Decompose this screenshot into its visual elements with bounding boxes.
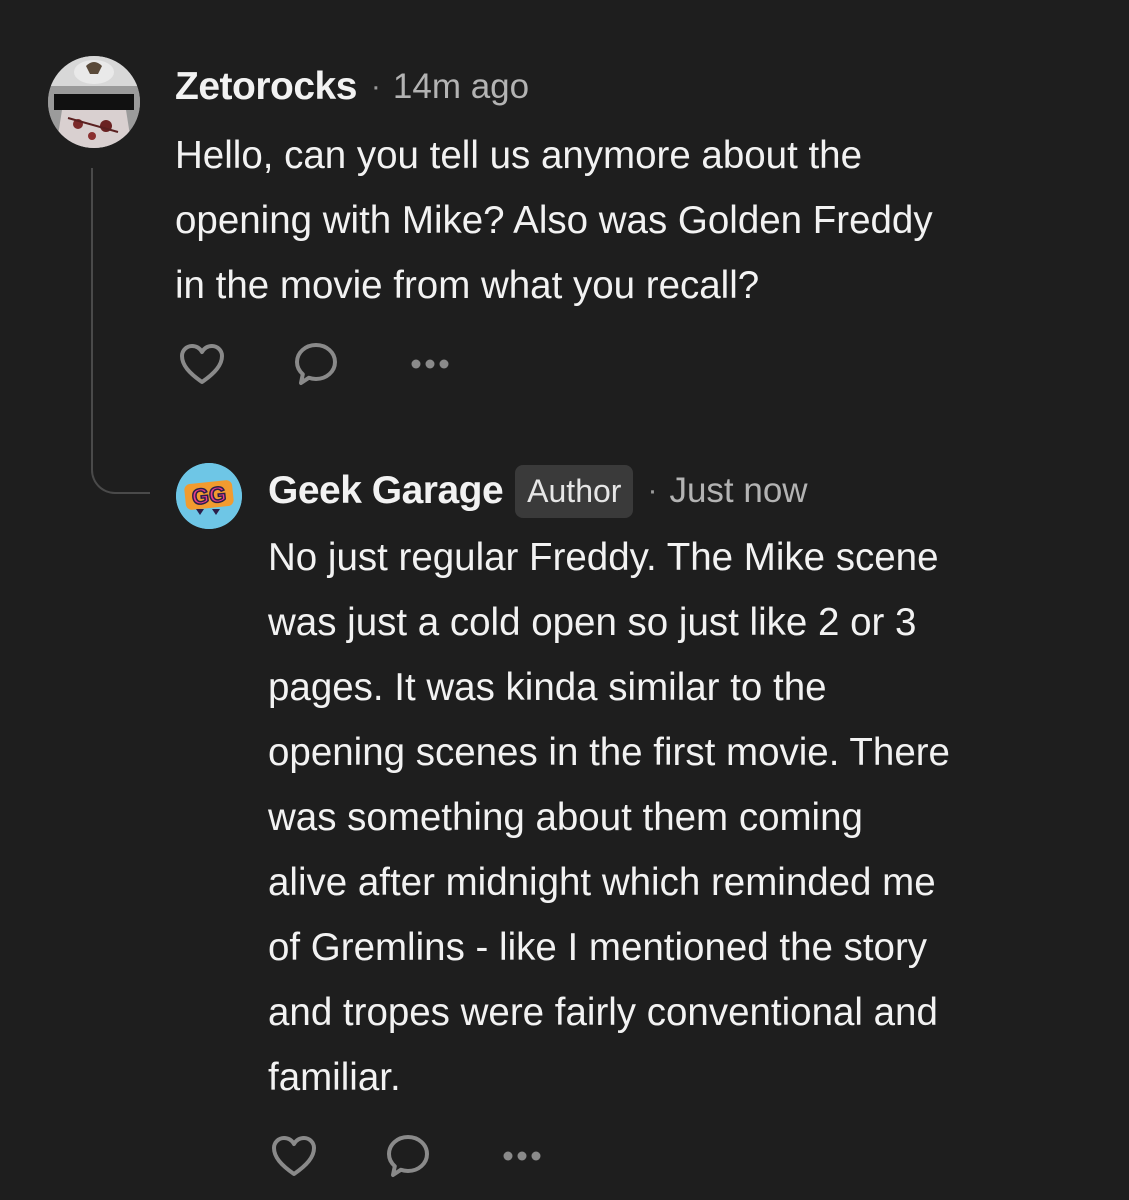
separator-dot: · [647,474,658,507]
comment-bubble-icon [387,1135,429,1177]
comment-body: Hello, can you tell us anymore about the… [175,123,1110,318]
comment-line: Hello, can you tell us anymore about the [175,134,862,177]
like-button[interactable] [270,1132,318,1180]
more-options-icon [503,1151,541,1161]
more-options-button[interactable] [498,1132,546,1180]
author-avatar[interactable]: GG [176,463,242,529]
like-button[interactable] [178,340,226,388]
comment-line: of Gremlins - like I mentioned the story [268,926,928,969]
comment-header: Zetorocks · 14m ago [175,62,529,112]
avatar-initials: GG [191,481,228,509]
user-avatar-icon [48,56,140,148]
comment-line: opening with Mike? Also was Golden Fredd… [175,199,933,242]
comment-body: No just regular Freddy. The Mike scene w… [268,525,1113,1110]
user-avatar[interactable] [48,56,140,148]
comment-line: and tropes were fairly conventional and [268,991,938,1034]
author-badge: Author [515,464,634,518]
comment-timestamp: 14m ago [392,67,530,106]
comment-line: No just regular Freddy. The Mike scene [268,536,939,579]
reply-button[interactable] [292,340,340,388]
comment-line: alive after midnight which reminded me [268,861,936,904]
comment-line: in the movie from what you recall? [175,264,760,307]
comment-actions [178,340,454,388]
comment-bubble-icon [295,343,337,385]
comment-line: pages. It was kinda similar to the [268,666,827,709]
comment-header: Geek Garage Author · Just now [268,462,808,520]
comment-line: was just a cold open so just like 2 or 3 [268,601,917,644]
heart-icon [180,344,224,384]
more-options-button[interactable] [406,340,454,388]
comment-line: familiar. [268,1056,401,1099]
reply-thread-line [91,168,119,494]
comment-line: opening scenes in the first movie. There [268,731,950,774]
comment-username[interactable]: Geek Garage [268,469,504,513]
reply-thread-connector [118,492,150,494]
more-options-icon [411,359,449,369]
author-logo-icon: GG [176,463,242,529]
comment-timestamp: Just now [669,471,808,510]
comment-actions [270,1132,546,1180]
comment-username[interactable]: Zetorocks [175,65,357,109]
comment-line: was something about them coming [268,796,863,839]
separator-dot: · [370,70,381,103]
heart-icon [272,1136,316,1176]
reply-button[interactable] [384,1132,432,1180]
